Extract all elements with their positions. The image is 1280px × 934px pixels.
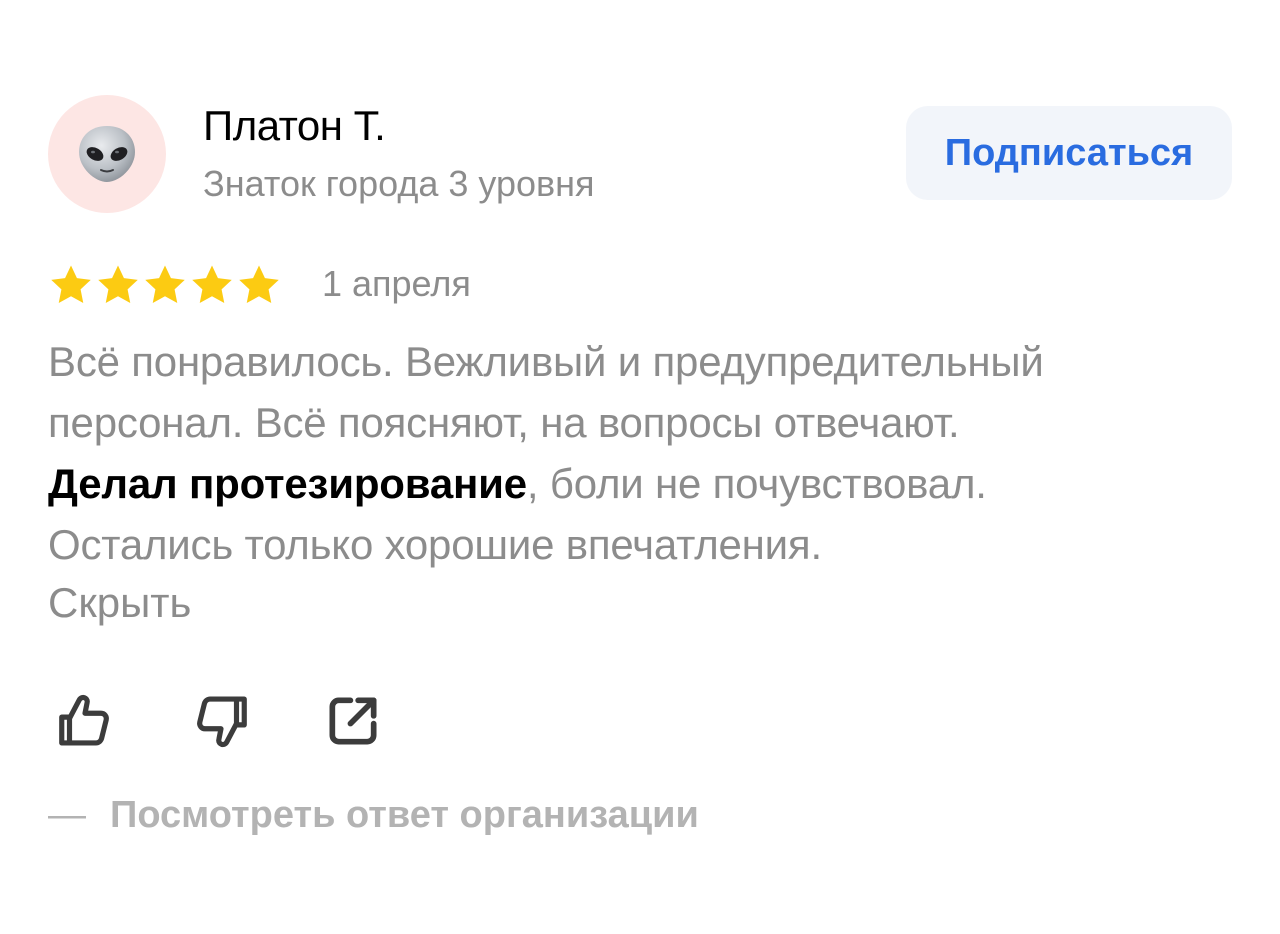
review-line: персонал. Всё поясняют, на вопросы отвеч… [48,399,960,446]
thumbs-up-icon [59,694,109,746]
dash: — [48,794,86,836]
dislike-button[interactable] [188,688,254,754]
rating-stars [48,262,282,308]
author-level: Знаток города 3 уровня [203,163,595,204]
author-name[interactable]: Платон Т. [203,100,386,152]
thumbs-down-icon [197,696,247,748]
like-button[interactable] [52,688,118,754]
subscribe-button[interactable]: Подписаться [906,106,1232,200]
alien-emoji-icon [79,126,135,182]
review-date: 1 апреля [322,263,471,304]
star-icon [98,265,138,304]
review-line-rest: , боли не почувствовал. [526,460,987,507]
star-icon [145,265,185,304]
star-icon [51,265,91,304]
avatar[interactable] [48,95,166,213]
share-icon [329,697,377,745]
review-highlight: Делал протезирование [48,460,527,507]
star-icon [239,265,279,304]
org-reply-link[interactable]: — Посмотреть ответ организации [48,790,699,840]
review-line: Всё понравилось. Вежливый и предупредите… [48,338,1044,385]
share-button[interactable] [320,688,386,754]
star-icon [192,265,232,304]
hide-link[interactable]: Скрыть [48,572,191,633]
review-text: Всё понравилось. Вежливый и предупредите… [48,331,1228,575]
review-line: Остались только хорошие впечатления. [48,521,822,568]
org-reply-label: Посмотреть ответ организации [110,794,699,836]
review-line: Делал протезирование, боли не почувствов… [48,453,1228,514]
